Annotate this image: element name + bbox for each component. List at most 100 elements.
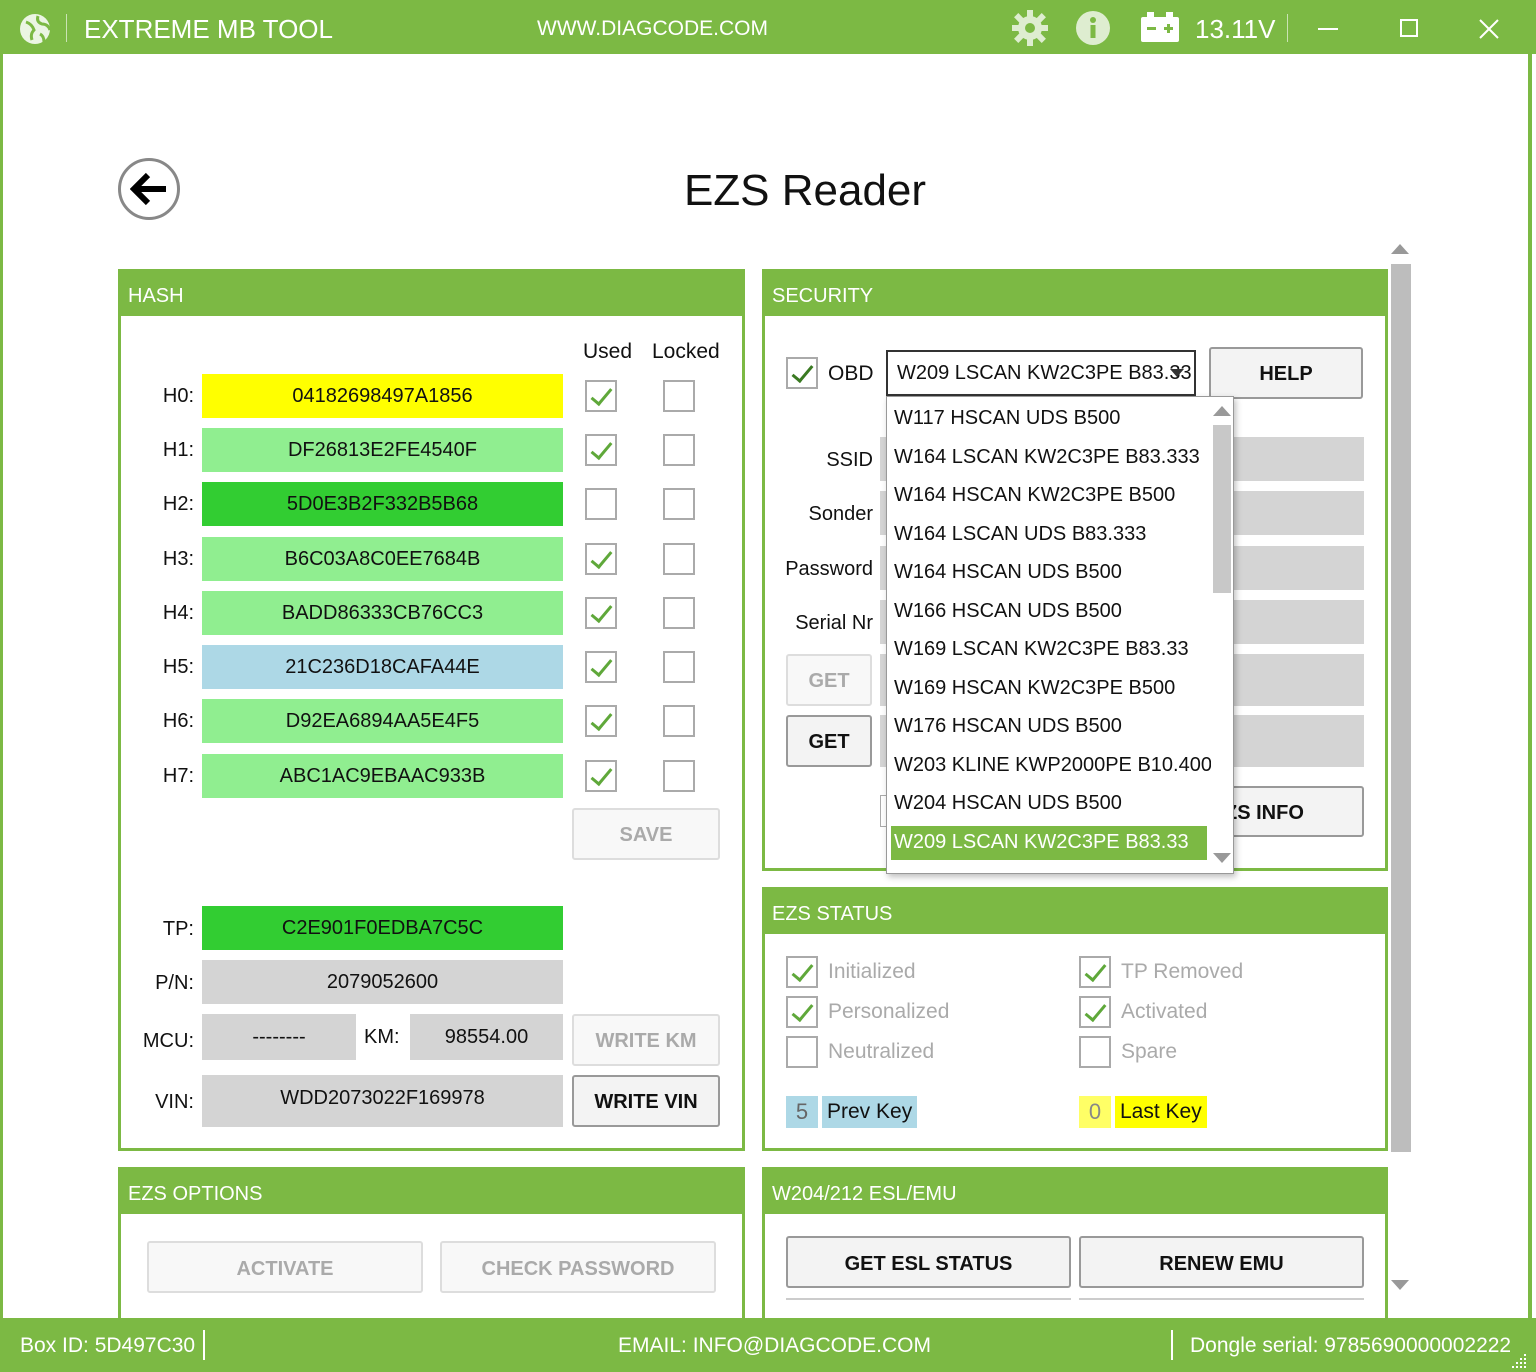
vin-label: VIN: xyxy=(155,1091,194,1113)
info-icon[interactable] xyxy=(1075,10,1111,46)
hash-locked-checkbox[interactable] xyxy=(663,488,695,520)
sonder-label: Sonder xyxy=(808,503,874,525)
protocol-select[interactable]: W209 LSCAN KW2C3PE B83.33 xyxy=(886,350,1196,396)
hash-row-label: H6: xyxy=(162,710,194,732)
dropdown-option[interactable]: W164 HSCAN KW2C3PE B500 xyxy=(891,479,1207,513)
box-id: Box ID: 5D497C30 xyxy=(20,1334,196,1357)
check-password-button[interactable]: CHECK PASSWORD xyxy=(440,1241,716,1293)
battery-icon xyxy=(1141,12,1179,42)
last-key-value: 0 xyxy=(1079,1096,1111,1128)
prev-key-value: 5 xyxy=(786,1096,818,1128)
hash-locked-checkbox[interactable] xyxy=(663,543,695,575)
obd-label: OBD xyxy=(828,362,874,385)
hash-used-checkbox[interactable] xyxy=(585,760,617,792)
hash-used-checkbox[interactable] xyxy=(585,543,617,575)
tp-label: TP: xyxy=(162,918,194,940)
main-scrollbar-thumb[interactable] xyxy=(1391,264,1411,1152)
scroll-down-icon[interactable] xyxy=(1391,1280,1409,1290)
mcu-field[interactable]: -------- xyxy=(202,1014,356,1060)
dropdown-option[interactable]: W164 HSCAN UDS B500 xyxy=(891,556,1207,590)
esl-emu-panel-header: W204/212 ESL/EMU xyxy=(765,1170,1385,1214)
hash-value-field[interactable]: 21C236D18CAFA44E xyxy=(202,645,563,689)
dropdown-option[interactable]: W204 HSCAN UDS B500 xyxy=(891,787,1207,821)
hash-panel-header: HASH xyxy=(121,272,742,316)
serial-nr-label: Serial Nr xyxy=(795,612,873,634)
dropdown-option[interactable]: W209 LSCAN KW2C3PE B83.33 xyxy=(891,825,1207,860)
window-border-left xyxy=(0,54,3,1318)
hash-row-label: H2: xyxy=(162,493,194,515)
get-button-1[interactable]: GET xyxy=(786,654,872,706)
save-button[interactable]: SAVE xyxy=(572,808,720,860)
get-esl-status-button[interactable]: GET ESL STATUS xyxy=(786,1236,1071,1288)
hash-value-field[interactable]: BADD86333CB76CC3 xyxy=(202,591,563,635)
hash-used-checkbox[interactable] xyxy=(585,597,617,629)
renew-emu-button[interactable]: RENEW EMU xyxy=(1079,1236,1364,1288)
hash-value-field[interactable]: D92EA6894AA5E4F5 xyxy=(202,699,563,743)
hash-used-checkbox[interactable] xyxy=(585,705,617,737)
dropdown-option[interactable]: W164 LSCAN KW2C3PE B83.333 xyxy=(891,441,1207,475)
activate-button[interactable]: ACTIVATE xyxy=(147,1241,423,1293)
minimize-icon[interactable] xyxy=(1318,28,1338,30)
hash-row-label: H4: xyxy=(162,602,194,624)
ezs-status-label: TP Removed xyxy=(1121,960,1244,983)
dropdown-option[interactable]: W176 HSCAN UDS B500 xyxy=(891,710,1207,744)
ezs-status-label: Spare xyxy=(1121,1040,1178,1063)
hash-locked-checkbox[interactable] xyxy=(663,760,695,792)
gear-icon[interactable] xyxy=(1010,9,1050,47)
hash-used-checkbox[interactable] xyxy=(585,434,617,466)
app-url: WWW.DIAGCODE.COM xyxy=(537,17,768,40)
protocol-dropdown-list: W117 HSCAN UDS B500 W164 LSCAN KW2C3PE B8… xyxy=(886,396,1234,874)
maximize-icon[interactable] xyxy=(1400,19,1418,37)
help-button[interactable]: HELP xyxy=(1209,347,1363,399)
dropdown-scroll-up-icon[interactable] xyxy=(1213,406,1231,416)
hash-locked-checkbox[interactable] xyxy=(663,380,695,412)
hash-row-label: H0: xyxy=(162,385,194,407)
write-vin-button[interactable]: WRITE VIN xyxy=(572,1075,720,1127)
dropdown-option[interactable]: W169 HSCAN KW2C3PE B500 xyxy=(891,672,1207,706)
status-bar: Box ID: 5D497C30 EMAIL: INFO@DIAGCODE.CO… xyxy=(0,1318,1536,1372)
close-icon[interactable] xyxy=(1478,18,1500,40)
obd-checkbox[interactable] xyxy=(786,357,818,389)
ezs-status-panel-header: EZS STATUS xyxy=(765,890,1385,934)
dongle-serial: Dongle serial: 9785690000002222 xyxy=(1190,1334,1512,1357)
hash-value-field[interactable]: 04182698497A1856 xyxy=(202,374,563,418)
mcu-label: MCU: xyxy=(142,1030,194,1052)
dropdown-scroll-down-icon[interactable] xyxy=(1213,853,1231,863)
hash-value-field[interactable]: 5D0E3B2F332B5B68 xyxy=(202,482,563,526)
tp-field[interactable]: C2E901F0EDBA7C5C xyxy=(202,906,563,950)
hash-locked-checkbox[interactable] xyxy=(663,434,695,466)
esl-next-button-2[interactable] xyxy=(1079,1298,1364,1318)
voltage-readout: 13.11V xyxy=(1195,14,1276,44)
dropdown-option[interactable]: W169 LSCAN KW2C3PE B83.33 xyxy=(891,633,1207,667)
ezs-status-checkbox xyxy=(1079,956,1111,988)
dropdown-scrollbar-thumb[interactable] xyxy=(1213,425,1231,593)
vin-field[interactable]: WDD2073022F169978 xyxy=(202,1075,563,1127)
hash-value-field[interactable]: ABC1AC9EBAAC933B xyxy=(202,754,563,798)
dropdown-option[interactable]: W117 HSCAN UDS B500 xyxy=(891,402,1207,436)
esl-next-button-1[interactable] xyxy=(786,1298,1071,1318)
dropdown-option[interactable]: W164 LSCAN UDS B83.333 xyxy=(891,518,1207,552)
pn-field[interactable]: 2079052600 xyxy=(202,960,563,1004)
dropdown-option[interactable]: W203 KLINE KWP2000PE B10.400 xyxy=(891,749,1212,783)
hash-value-field[interactable]: DF26813E2FE4540F xyxy=(202,428,563,472)
write-km-button[interactable]: WRITE KM xyxy=(572,1014,720,1066)
resize-grip-icon[interactable] xyxy=(1508,1352,1528,1370)
hash-used-checkbox[interactable] xyxy=(585,380,617,412)
hash-used-checkbox[interactable] xyxy=(585,488,617,520)
ezs-status-checkbox xyxy=(786,996,818,1028)
scroll-up-icon[interactable] xyxy=(1391,244,1409,254)
hash-value-field[interactable]: B6C03A8C0EE7684B xyxy=(202,537,563,581)
hash-row-label: H1: xyxy=(162,439,194,461)
hash-locked-checkbox[interactable] xyxy=(663,651,695,683)
ezs-status-checkbox xyxy=(786,1036,818,1068)
dropdown-option[interactable]: W166 HSCAN UDS B500 xyxy=(891,595,1207,629)
prev-key-label: Prev Key xyxy=(822,1096,918,1128)
hash-used-checkbox[interactable] xyxy=(585,651,617,683)
get-button-2[interactable]: GET xyxy=(786,715,872,767)
app-title: EXTREME MB TOOL xyxy=(84,14,333,44)
chevron-down-icon[interactable] xyxy=(1170,369,1184,377)
last-key-label: Last Key xyxy=(1115,1096,1207,1128)
hash-locked-checkbox[interactable] xyxy=(663,597,695,629)
km-field[interactable]: 98554.00 xyxy=(410,1014,563,1060)
hash-locked-checkbox[interactable] xyxy=(663,705,695,737)
